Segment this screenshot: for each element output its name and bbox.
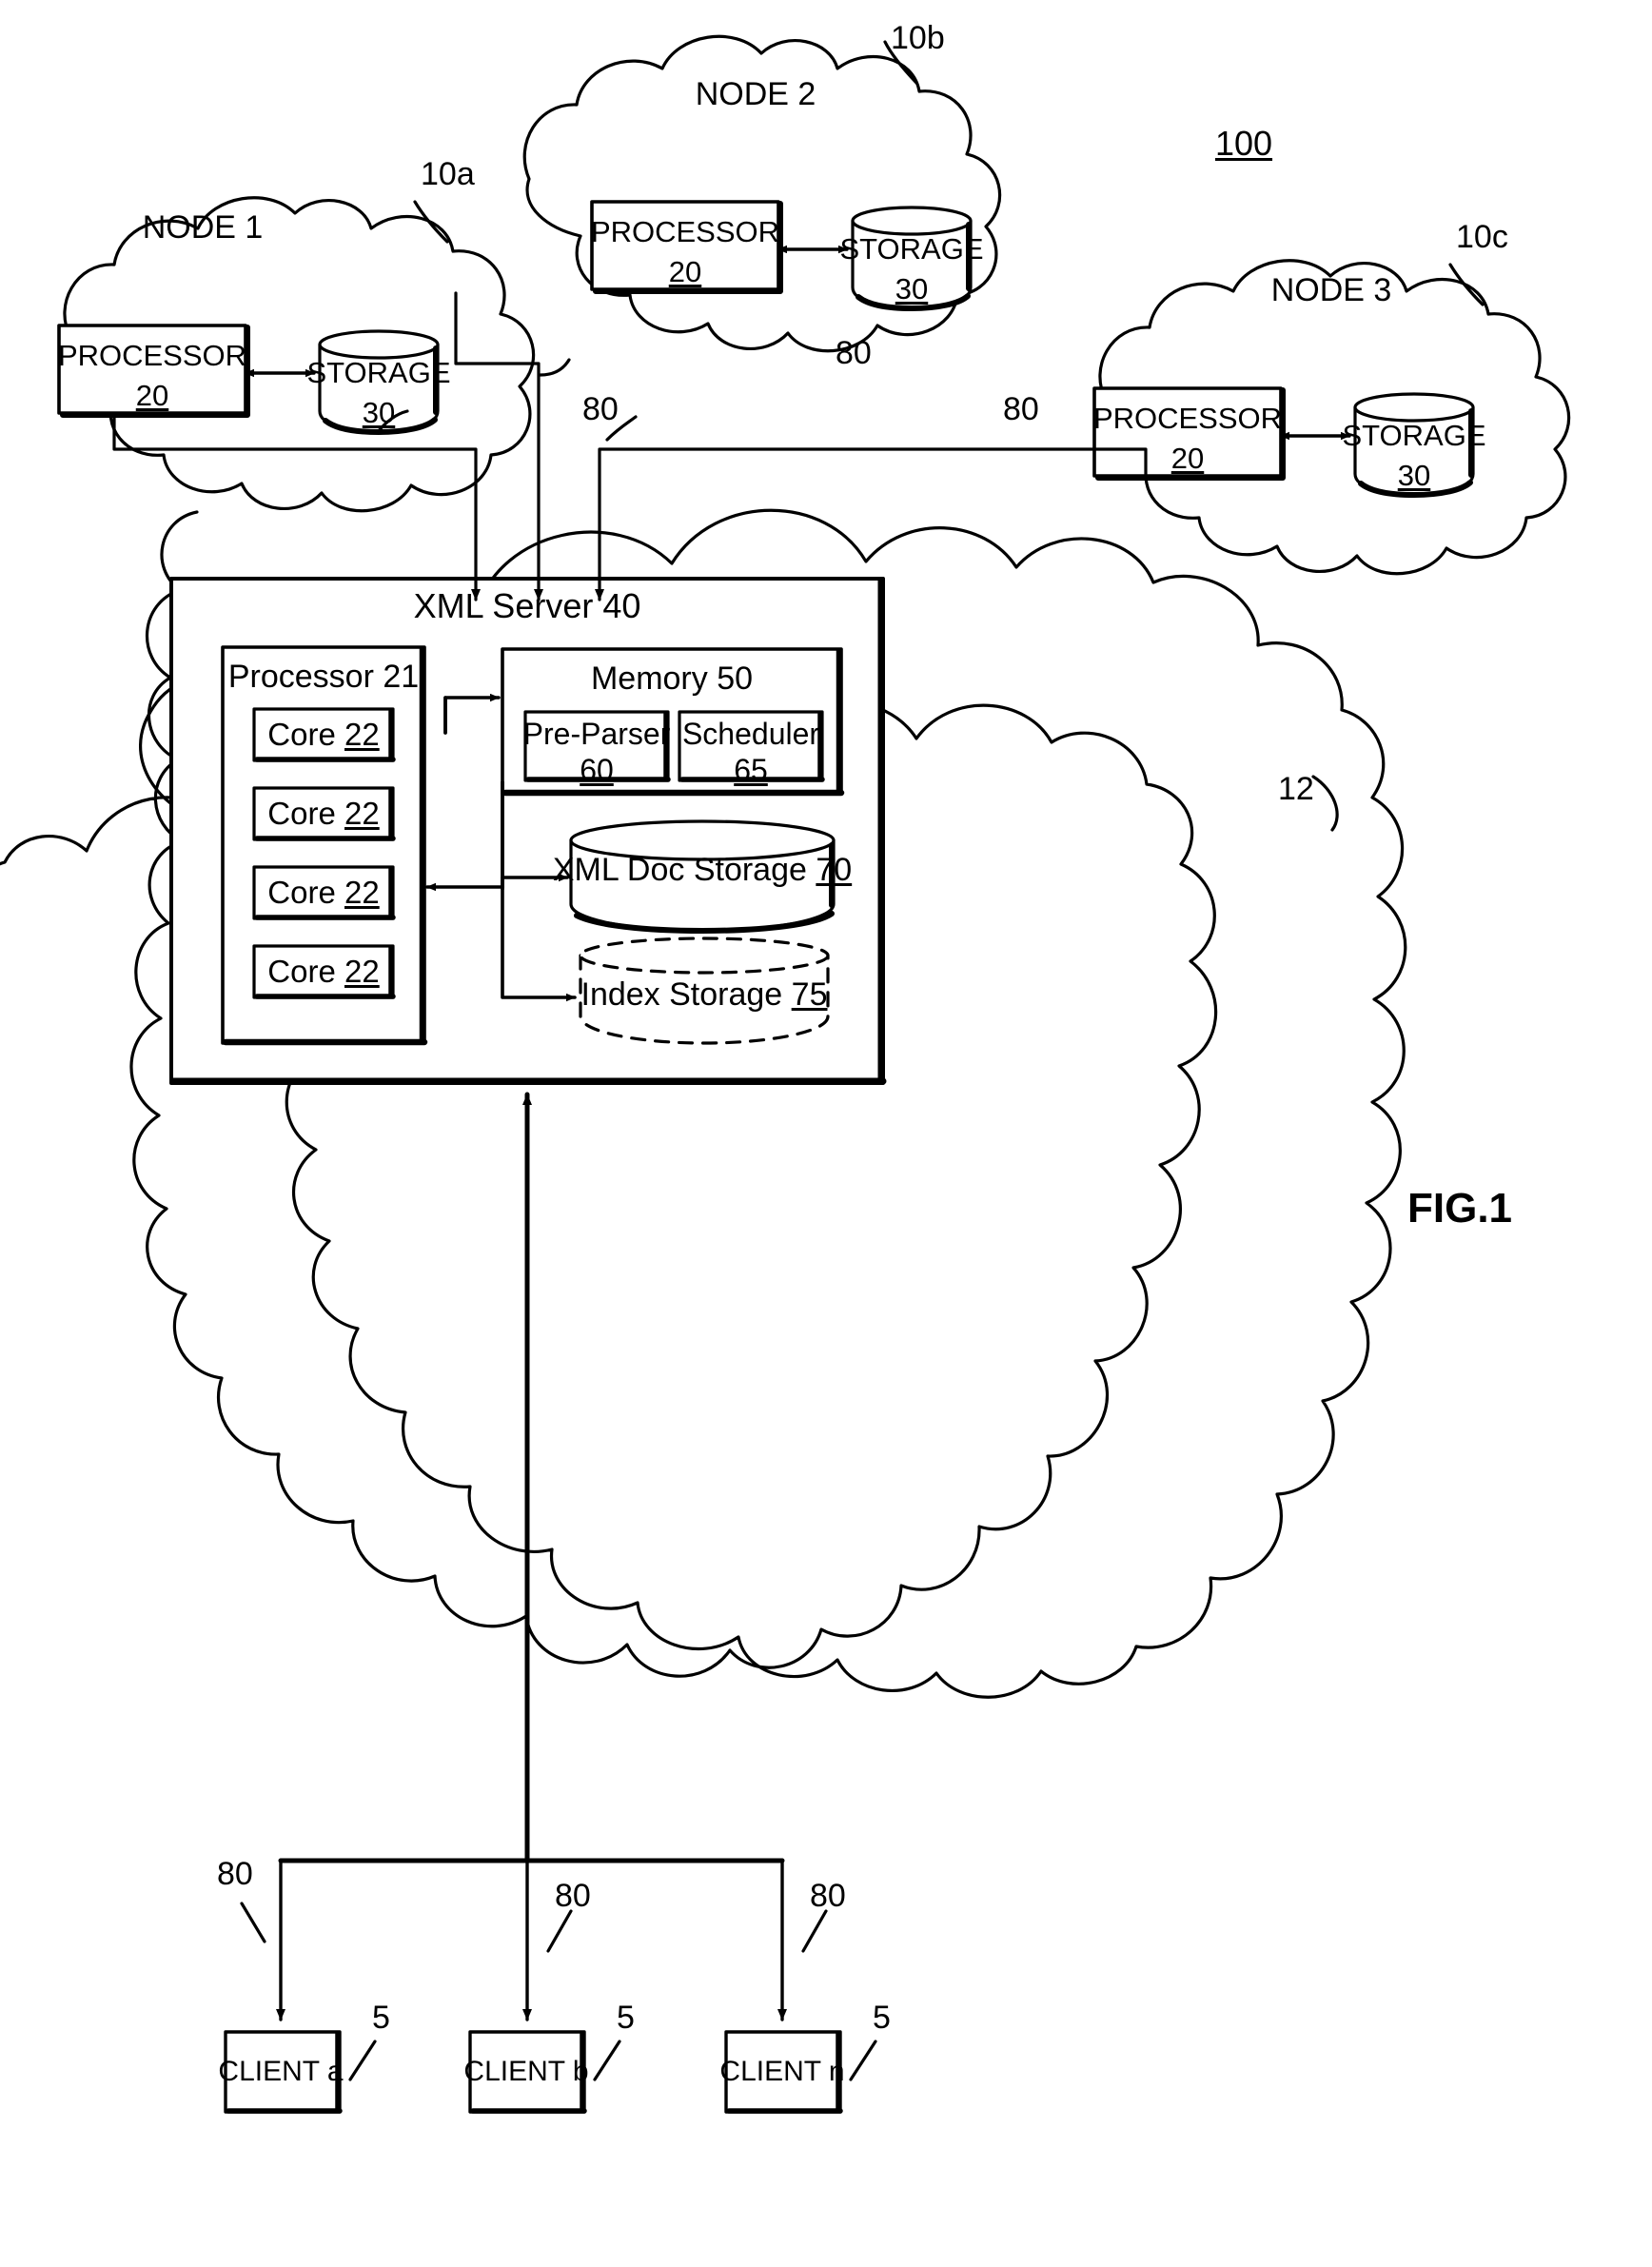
node2-title: NODE 2 [695, 76, 816, 112]
index-storage-text: Index Storage [580, 976, 792, 1013]
ref-leader-5-a [348, 2040, 377, 2081]
ref-leader-80-client-a [240, 1902, 266, 1943]
core-4-text: Core [267, 954, 344, 989]
core-1-label: Core 22 [267, 719, 379, 750]
node1-ref-10a: 10a [421, 156, 475, 192]
link-ref-80-node2: 80 [836, 335, 872, 371]
node2-storage-ref: 30 [895, 272, 929, 306]
scheduler-label: Scheduler [681, 717, 820, 751]
node2-processor-ref: 20 [668, 255, 702, 288]
preparser-ref: 60 [580, 753, 614, 787]
ref-leader-5-n [849, 2040, 877, 2081]
xml-server-title: XML Server 40 [413, 586, 641, 625]
link-ref-80-node1: 80 [582, 391, 619, 427]
ref-leader-12 [1311, 775, 1339, 832]
core-3-label: Core 22 [267, 877, 379, 908]
node2-processor-label: PROCESSOR [590, 215, 780, 248]
node3-storage-ref: 30 [1397, 459, 1431, 492]
core-3-ref: 22 [344, 875, 380, 910]
node3-title: NODE 3 [1270, 272, 1392, 308]
xml-doc-storage-text: XML Doc Storage [552, 852, 816, 888]
client-bus [276, 1858, 787, 2021]
xml-doc-storage-ref: 70 [816, 852, 853, 888]
core-2-label: Core 22 [267, 798, 379, 829]
node3-storage-label: STORAGE [1342, 419, 1486, 452]
node2-ref-10b: 10b [891, 20, 945, 56]
core-1-text: Core [267, 717, 344, 752]
system-ref-100: 100 [1214, 124, 1273, 163]
client-a-label: CLIENT a [218, 2056, 344, 2087]
client-n-label: CLIENT n [719, 2056, 845, 2087]
ref-leader-80-node2 [539, 358, 571, 377]
ref-leader-80-client-n [801, 1909, 828, 1953]
xml-doc-storage-label: XML Doc Storage 70 [553, 854, 852, 886]
node2-storage-label: STORAGE [839, 232, 984, 266]
node1-processor-label: PROCESSOR [57, 339, 247, 372]
core-1-ref: 22 [344, 717, 380, 752]
client-n-ref: 5 [873, 2000, 891, 2036]
link-ref-80-client-n: 80 [810, 1878, 846, 1914]
ref-leader-80-client-b [546, 1909, 573, 1953]
figure-label: FIG.1 [1407, 1185, 1513, 1232]
core-3-text: Core [267, 875, 344, 910]
client-b-ref: 5 [617, 2000, 635, 2036]
patent-figure: 100 FIG.1 NODE 2 10b PROCESSOR 20 STORAG… [0, 0, 1652, 2267]
client-a-ref: 5 [372, 2000, 390, 2036]
index-storage-label: Index Storage 75 [581, 978, 828, 1011]
node1-storage-label: STORAGE [306, 356, 451, 389]
node3-ref-10c: 10c [1456, 219, 1508, 255]
preparser-label: Pre-Parser [522, 717, 671, 751]
node1-title: NODE 1 [142, 209, 264, 246]
link-ref-80-node3: 80 [1003, 391, 1039, 427]
link-ref-80-client-a: 80 [217, 1856, 253, 1892]
core-4-label: Core 22 [267, 956, 379, 987]
core-2-ref: 22 [344, 796, 380, 831]
node1-processor-ref: 20 [135, 379, 169, 412]
node1-storage-ref: 30 [362, 396, 396, 429]
ref-leader-5-b [593, 2040, 621, 2081]
figure-linework [0, 34, 1571, 2114]
server-cloud-ref-12: 12 [1278, 771, 1314, 807]
core-2-text: Core [267, 796, 344, 831]
core-4-ref: 22 [344, 954, 380, 989]
link-80-node2 [454, 291, 543, 601]
memory50-title: Memory 50 [590, 660, 754, 697]
processor21-title: Processor 21 [227, 659, 420, 695]
client-b-label: CLIENT b [463, 2056, 589, 2087]
node3-processor-ref: 20 [1170, 442, 1205, 475]
index-storage-ref: 75 [791, 976, 828, 1013]
scheduler-ref: 65 [734, 753, 768, 787]
link-ref-80-client-b: 80 [555, 1878, 591, 1914]
node3-processor-label: PROCESSOR [1092, 402, 1283, 435]
